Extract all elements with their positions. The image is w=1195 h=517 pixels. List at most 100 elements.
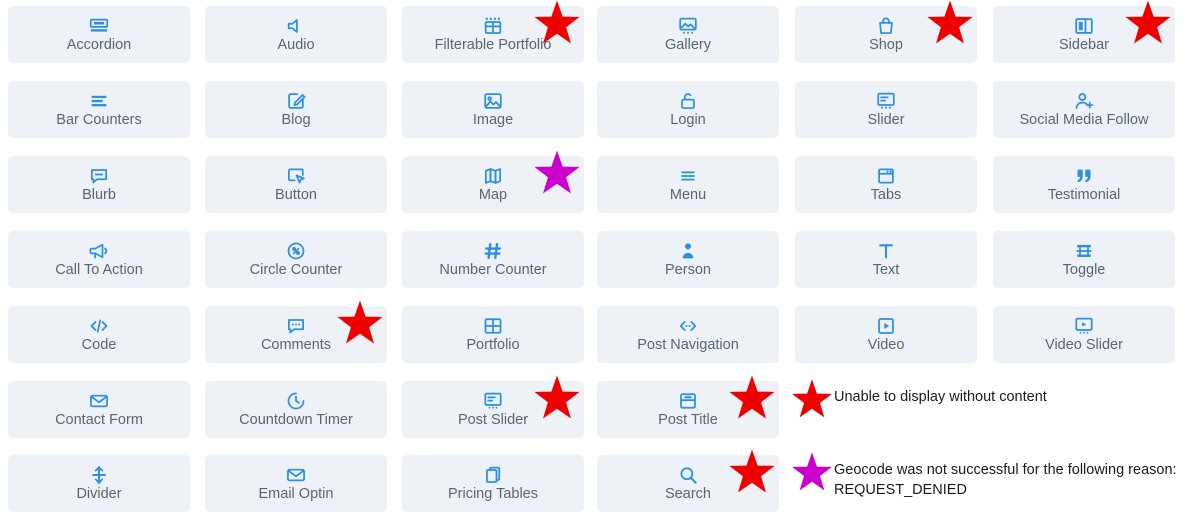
divider-arrows-icon bbox=[88, 464, 110, 486]
tabs-window-icon bbox=[875, 165, 897, 187]
module-card-label: Social Media Follow bbox=[1019, 112, 1149, 129]
button-cursor-icon bbox=[285, 165, 307, 187]
module-card-image[interactable]: Image bbox=[402, 81, 584, 138]
circle-percent-icon bbox=[285, 240, 307, 262]
module-card-social-media-follow[interactable]: Social Media Follow bbox=[993, 81, 1175, 138]
module-card-shop[interactable]: Shop bbox=[795, 6, 977, 63]
module-card-post-slider[interactable]: Post Slider bbox=[402, 381, 584, 438]
video-slider-icon bbox=[1073, 315, 1095, 337]
search-magnifier-icon bbox=[677, 464, 699, 486]
module-card-label: Shop bbox=[869, 37, 903, 54]
module-card-filterable-portfolio[interactable]: Filterable Portfolio bbox=[402, 6, 584, 63]
module-card-label: Menu bbox=[669, 187, 707, 204]
module-card-label: Sidebar bbox=[1059, 37, 1109, 54]
module-card-label: Number Counter bbox=[439, 262, 547, 279]
module-card-blog[interactable]: Blog bbox=[205, 81, 387, 138]
module-card-pricing-tables[interactable]: Pricing Tables bbox=[402, 455, 584, 512]
module-card-label: Person bbox=[665, 262, 711, 279]
legend-text: Unable to display without content bbox=[834, 389, 1047, 405]
menu-lines-icon bbox=[677, 165, 699, 187]
clock-icon bbox=[285, 390, 307, 412]
module-card-label: Contact Form bbox=[55, 412, 143, 429]
module-card-button[interactable]: Button bbox=[205, 156, 387, 213]
legend-row: Geocode was not successful for the follo… bbox=[790, 452, 1177, 500]
module-card-label: Circle Counter bbox=[249, 262, 343, 279]
module-card-label: Image bbox=[472, 112, 514, 129]
module-card-search[interactable]: Search bbox=[597, 455, 779, 512]
module-card-label: Comments bbox=[260, 337, 332, 354]
module-card-call-to-action[interactable]: Call To Action bbox=[8, 231, 190, 288]
legend-text: Geocode was not successful for the follo… bbox=[834, 462, 1177, 498]
map-fold-icon bbox=[482, 165, 504, 187]
post-navigation-icon bbox=[677, 315, 699, 337]
person-add-icon bbox=[1073, 90, 1095, 112]
module-card-gallery[interactable]: Gallery bbox=[597, 6, 779, 63]
module-card-label: Slider bbox=[867, 112, 905, 129]
module-card-countdown-timer[interactable]: Countdown Timer bbox=[205, 381, 387, 438]
module-card-blurb[interactable]: Blurb bbox=[8, 156, 190, 213]
video-play-icon bbox=[875, 315, 897, 337]
module-card-accordion[interactable]: Accordion bbox=[8, 6, 190, 63]
module-card-label: Post Title bbox=[658, 412, 718, 429]
module-card-label: Login bbox=[670, 112, 706, 129]
module-card-label: Divider bbox=[76, 486, 122, 503]
audio-speaker-icon bbox=[285, 15, 307, 37]
module-card-label: Text bbox=[872, 262, 900, 279]
comments-bubble-icon bbox=[285, 315, 307, 337]
slider-panel-icon bbox=[875, 90, 897, 112]
shopping-bag-icon bbox=[875, 15, 897, 37]
module-card-label: Filterable Portfolio bbox=[434, 37, 552, 54]
module-card-contact-form[interactable]: Contact Form bbox=[8, 381, 190, 438]
module-card-comments[interactable]: Comments bbox=[205, 306, 387, 363]
module-card-map[interactable]: Map bbox=[402, 156, 584, 213]
module-card-label: Video bbox=[867, 337, 905, 354]
module-card-label: Map bbox=[478, 187, 508, 204]
module-card-sidebar[interactable]: Sidebar bbox=[993, 6, 1175, 63]
legend-row: Unable to display without content bbox=[790, 379, 1047, 421]
blurb-bubble-icon bbox=[88, 165, 110, 187]
module-card-number-counter[interactable]: Number Counter bbox=[402, 231, 584, 288]
login-lock-icon bbox=[677, 90, 699, 112]
text-t-icon bbox=[875, 240, 897, 262]
module-card-email-optin[interactable]: Email Optin bbox=[205, 455, 387, 512]
module-card-slider[interactable]: Slider bbox=[795, 81, 977, 138]
megaphone-icon bbox=[88, 240, 110, 262]
module-card-label: Toggle bbox=[1062, 262, 1106, 279]
module-card-label: Portfolio bbox=[466, 337, 520, 354]
module-card-label: Tabs bbox=[870, 187, 902, 204]
hash-icon bbox=[482, 240, 504, 262]
module-card-menu[interactable]: Menu bbox=[597, 156, 779, 213]
module-card-label: Video Slider bbox=[1045, 337, 1123, 354]
pricing-tables-icon bbox=[482, 464, 504, 486]
module-card-post-navigation[interactable]: Post Navigation bbox=[597, 306, 779, 363]
module-card-person[interactable]: Person bbox=[597, 231, 779, 288]
module-card-label: Call To Action bbox=[55, 262, 143, 279]
module-card-login[interactable]: Login bbox=[597, 81, 779, 138]
module-card-toggle[interactable]: Toggle bbox=[993, 231, 1175, 288]
module-card-audio[interactable]: Audio bbox=[205, 6, 387, 63]
module-card-testimonial[interactable]: Testimonial bbox=[993, 156, 1175, 213]
envelope-icon bbox=[88, 390, 110, 412]
module-card-label: Gallery bbox=[665, 37, 711, 54]
module-card-label: Blog bbox=[281, 112, 311, 129]
module-card-circle-counter[interactable]: Circle Counter bbox=[205, 231, 387, 288]
module-card-tabs[interactable]: Tabs bbox=[795, 156, 977, 213]
post-slider-icon bbox=[482, 390, 504, 412]
envelope-icon bbox=[285, 464, 307, 486]
module-card-label: Audio bbox=[277, 37, 315, 54]
module-card-label: Countdown Timer bbox=[239, 412, 353, 429]
module-card-text[interactable]: Text bbox=[795, 231, 977, 288]
filterable-grid-icon bbox=[482, 15, 504, 37]
blog-pencil-icon bbox=[285, 90, 307, 112]
accordion-icon bbox=[88, 15, 110, 37]
module-card-code[interactable]: Code bbox=[8, 306, 190, 363]
legend-star-magenta bbox=[790, 452, 834, 494]
module-card-post-title[interactable]: Post Title bbox=[597, 381, 779, 438]
module-card-bar-counters[interactable]: Bar Counters bbox=[8, 81, 190, 138]
module-card-divider[interactable]: Divider bbox=[8, 455, 190, 512]
module-card-video[interactable]: Video bbox=[795, 306, 977, 363]
module-card-portfolio[interactable]: Portfolio bbox=[402, 306, 584, 363]
person-icon bbox=[677, 240, 699, 262]
image-picture-icon bbox=[482, 90, 504, 112]
module-card-video-slider[interactable]: Video Slider bbox=[993, 306, 1175, 363]
